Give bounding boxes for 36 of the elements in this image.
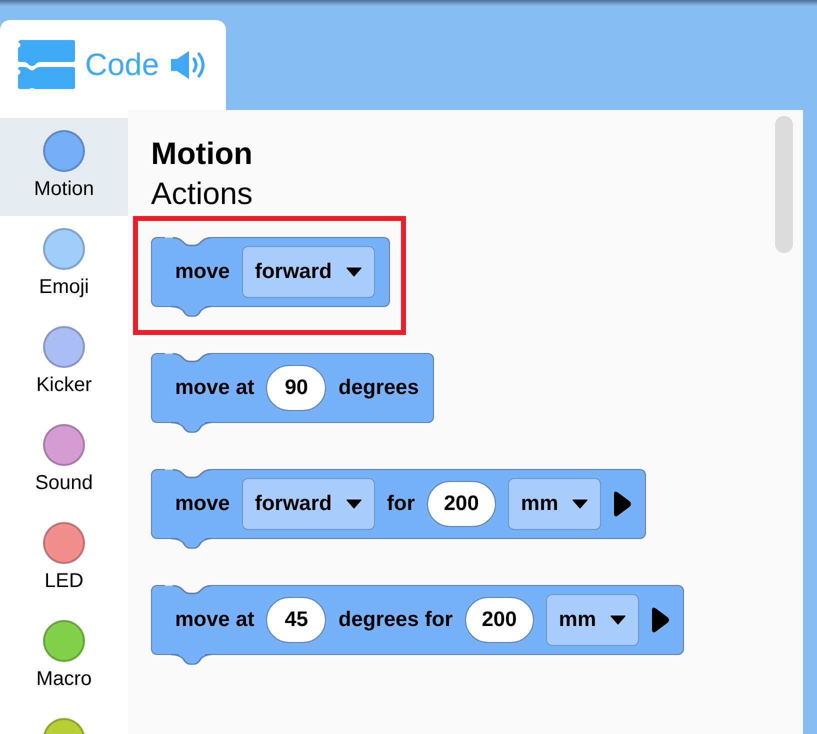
category-item[interactable]: Motion	[0, 118, 128, 216]
category-item[interactable]: Macro	[0, 608, 128, 706]
dropdown[interactable]: mm	[508, 478, 602, 530]
caret-icon	[346, 267, 362, 277]
block-label: move	[175, 492, 230, 516]
dropdown[interactable]: forward	[242, 478, 375, 530]
category-item[interactable]: Kicker	[0, 314, 128, 412]
section-label: Actions	[151, 175, 254, 213]
number-input[interactable]: 200	[464, 597, 534, 643]
category-item[interactable]: LED	[0, 510, 128, 608]
block-notch	[165, 469, 211, 479]
caret-icon	[572, 499, 588, 509]
category-item[interactable]: Sound	[0, 412, 128, 510]
caret-icon	[610, 615, 626, 625]
block-notch	[165, 237, 211, 247]
tab-label: Code	[85, 47, 160, 83]
block-label: degrees for	[338, 608, 453, 632]
block-label: move at	[175, 608, 254, 632]
block-label: degrees	[338, 376, 419, 400]
category-item[interactable]: Emoji	[0, 216, 128, 314]
number-input[interactable]: 90	[266, 365, 326, 411]
number-input[interactable]: 200	[426, 481, 496, 527]
triangle-icon[interactable]	[613, 491, 632, 517]
dropdown[interactable]: forward	[242, 246, 375, 298]
category-title: Motion	[151, 135, 254, 173]
number-input[interactable]: 45	[266, 597, 326, 643]
scrollbar[interactable]	[775, 116, 793, 253]
block-notch	[165, 585, 211, 595]
triangle-icon[interactable]	[651, 607, 670, 633]
block-label: move	[175, 260, 230, 284]
blocks-icon	[18, 40, 75, 90]
block-label: move at	[175, 376, 254, 400]
block-label: for	[386, 492, 415, 516]
block-notch	[165, 353, 211, 363]
caret-icon	[346, 499, 362, 509]
dropdown[interactable]: mm	[546, 594, 640, 646]
